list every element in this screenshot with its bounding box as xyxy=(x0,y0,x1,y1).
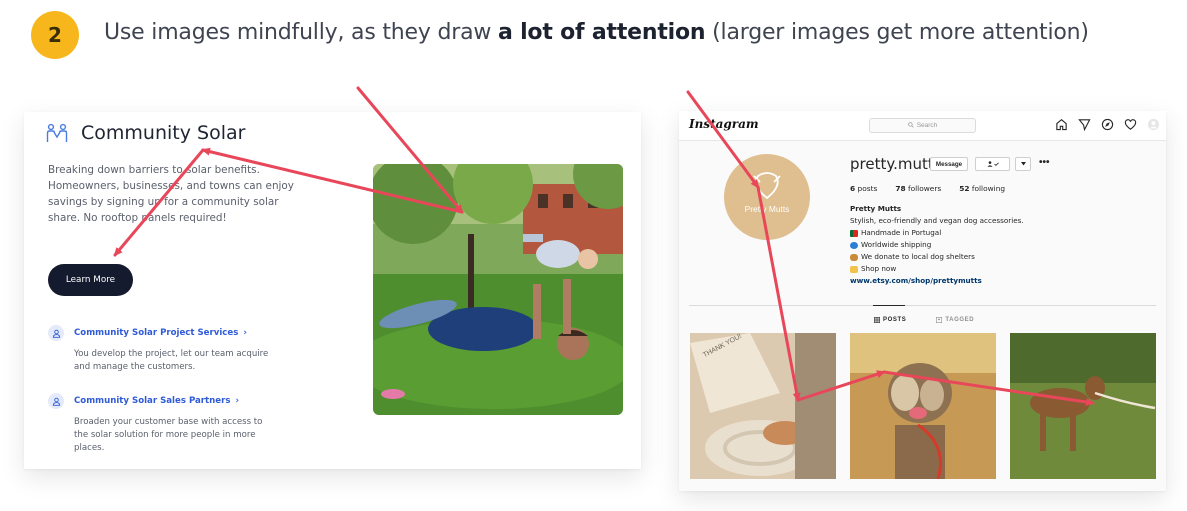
search-placeholder: Search xyxy=(916,122,938,129)
following-button[interactable] xyxy=(975,157,1010,171)
project-services-description: You develop the project, let our team ac… xyxy=(74,349,269,372)
bio-line-donate: We donate to local dog shelters xyxy=(861,252,975,261)
active-tab-indicator xyxy=(873,305,905,306)
search-input[interactable]: Search xyxy=(869,118,976,133)
message-button[interactable]: Message xyxy=(930,157,968,171)
step-number-badge: 2 xyxy=(31,11,79,59)
community-solar-card: Community Solar Breaking down barriers t… xyxy=(24,112,641,469)
user-icon xyxy=(48,393,64,409)
profile-tabs: POSTS TAGGED xyxy=(874,317,974,323)
dog-icon xyxy=(850,253,858,261)
explore-compass-icon[interactable] xyxy=(1101,118,1114,131)
more-options-icon[interactable]: ••• xyxy=(1039,157,1050,168)
post-thumbnail[interactable]: THANK YOU! xyxy=(690,333,836,479)
park-photo xyxy=(373,164,623,415)
user-check-icon xyxy=(987,161,999,167)
grid-icon xyxy=(874,317,880,323)
community-solar-description: Breaking down barriers to solar benefits… xyxy=(48,164,294,224)
sales-partners-link-label[interactable]: Community Solar Sales Partners xyxy=(74,396,230,406)
avatar-label: Pretty Mutts xyxy=(744,204,790,214)
direct-message-icon[interactable] xyxy=(1078,118,1091,131)
bio-line-shipping: Worldwide shipping xyxy=(861,240,932,249)
bio-tagline: Stylish, eco-friendly and vegan dog acce… xyxy=(850,216,1024,225)
heart-icon[interactable] xyxy=(1124,118,1137,131)
tab-posts[interactable]: POSTS xyxy=(874,317,906,323)
dog-logo-icon xyxy=(753,172,781,200)
bio-shop-link[interactable]: www.etsy.com/shop/prettymutts xyxy=(850,275,1080,287)
portugal-flag-icon xyxy=(850,229,858,237)
headline-text-start: Use images mindfully, as they draw xyxy=(104,20,498,45)
learn-more-button[interactable]: Learn More xyxy=(48,264,133,296)
people-icon xyxy=(46,123,68,142)
instagram-nav-icons xyxy=(1055,118,1160,131)
sales-partners-link[interactable]: Community Solar Sales Partners › xyxy=(48,393,239,409)
tab-tagged-label: TAGGED xyxy=(945,317,975,323)
project-services-link-label[interactable]: Community Solar Project Services xyxy=(74,328,238,338)
bio-name: Pretty Mutts xyxy=(850,204,902,213)
followers-stat[interactable]: 78 followers xyxy=(895,184,941,193)
profile-stats: 6 posts 78 followers 52 following xyxy=(850,184,1005,193)
profile-avatar[interactable]: Pretty Mutts xyxy=(724,154,810,240)
profile-bio: Pretty Mutts Stylish, eco-friendly and v… xyxy=(850,203,1080,287)
chevron-right-icon: › xyxy=(243,328,247,338)
tab-tagged[interactable]: TAGGED xyxy=(936,317,974,323)
suggestions-dropdown-button[interactable] xyxy=(1015,157,1031,171)
following-stat[interactable]: 52 following xyxy=(959,184,1005,193)
headline-emphasis: a lot of attention xyxy=(497,20,706,45)
profile-username: pretty.mutts xyxy=(850,155,942,173)
globe-icon xyxy=(850,241,858,249)
headline-text-end: (larger images get more attention) xyxy=(705,20,1089,45)
tab-posts-label: POSTS xyxy=(883,317,907,323)
posts-stat: 6 posts xyxy=(850,184,878,193)
post-thumbnail[interactable] xyxy=(850,333,996,479)
project-services-link[interactable]: Community Solar Project Services › xyxy=(48,325,247,341)
pointing-hand-icon xyxy=(850,265,858,273)
tabs-divider xyxy=(689,305,1156,306)
chevron-right-icon: › xyxy=(235,396,240,406)
post-thumbnail[interactable] xyxy=(1010,333,1156,479)
profile-avatar-icon[interactable] xyxy=(1147,118,1160,131)
user-icon xyxy=(48,325,64,341)
tag-user-icon xyxy=(936,317,943,323)
caret-down-icon xyxy=(1020,162,1026,166)
bio-line-shop: Shop now xyxy=(861,264,897,273)
sales-partners-description: Broaden your customer base with access t… xyxy=(74,417,263,453)
bio-line-handmade: Handmade in Portugal xyxy=(861,228,942,237)
community-solar-title: Community Solar xyxy=(81,122,246,144)
page-headline: Use images mindfully, as they draw a lot… xyxy=(104,20,1089,45)
instagram-topbar: Instagram Search xyxy=(679,111,1166,141)
search-icon xyxy=(907,121,914,130)
home-icon[interactable] xyxy=(1055,118,1068,131)
instagram-logo[interactable]: Instagram xyxy=(689,117,759,131)
instagram-profile-card: Instagram Search Pretty Mutts pretty.mut… xyxy=(679,111,1166,491)
